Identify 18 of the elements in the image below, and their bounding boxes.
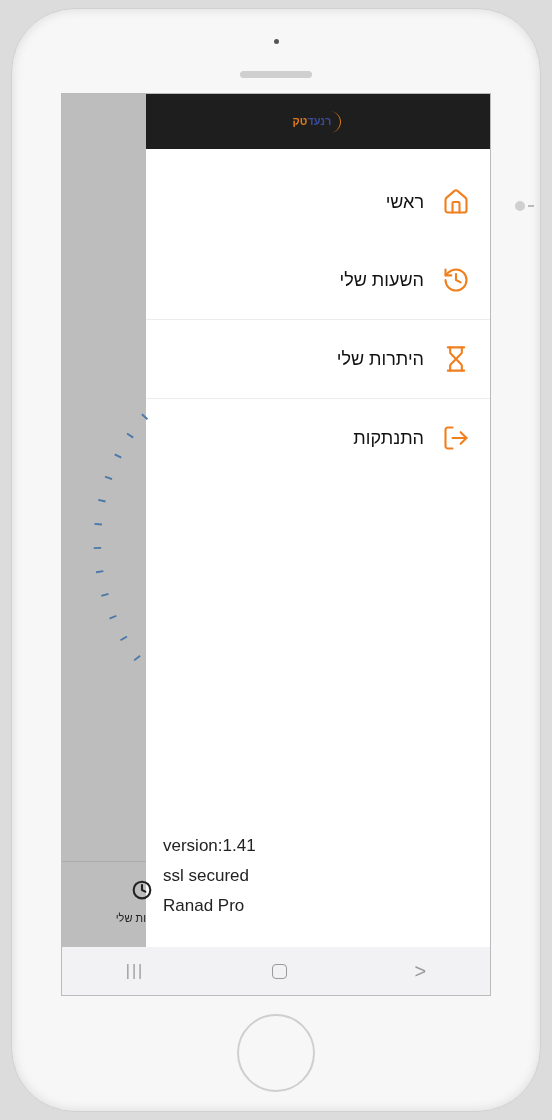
tab-label: ות שלי [115, 911, 146, 926]
speaker-icon [240, 71, 312, 78]
footer-text: ssl secured [163, 865, 250, 887]
menu-item[interactable]: היתרות שלי [146, 320, 490, 398]
clock-icon [132, 880, 152, 900]
home-icon [442, 188, 470, 216]
camera-icon [273, 39, 279, 44]
home-button-ring[interactable] [237, 1014, 315, 1092]
logo: טקרנעד [292, 108, 344, 135]
menu-item[interactable]: התנתקות [146, 399, 490, 477]
menu-item[interactable]: השעות שלי [146, 241, 490, 319]
footer-text: Ranad Pro [163, 895, 246, 917]
footer-text: version:1.41 [163, 835, 257, 857]
side-dot-icon [515, 201, 534, 211]
logout-icon [442, 424, 470, 452]
history-icon [442, 266, 470, 294]
menu-item[interactable]: ראשי [146, 163, 490, 241]
home-button[interactable] [271, 963, 287, 979]
